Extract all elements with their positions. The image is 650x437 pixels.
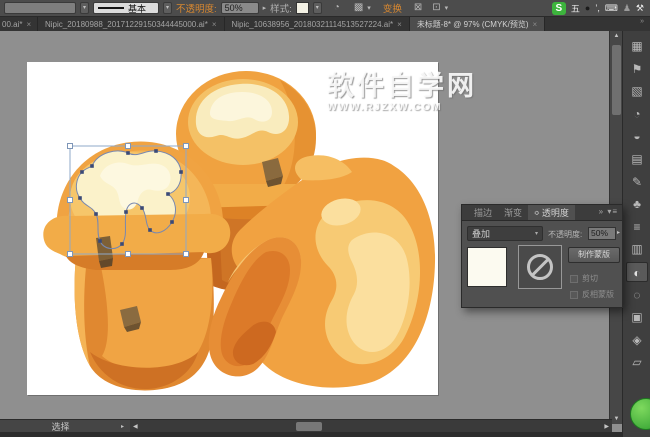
symbols-panel-icon[interactable]: ♣ (626, 194, 648, 214)
panel-tab-label: 描边 (474, 206, 492, 219)
panel-menu-icon[interactable]: ▾≡ (607, 207, 618, 216)
transparency-panel-body: 叠加 ▾ 不透明度: 50% ▸ 制作蒙版 剪切 反相蒙版 (461, 220, 623, 308)
swatches-panel-icon[interactable]: ▤ (626, 149, 648, 169)
document-tab-label: Nipic_10638956_20180321114513527224.ai* (232, 20, 394, 29)
horizontal-scrollbar[interactable]: ◀ ▶ (130, 419, 612, 432)
artboards-panel-icon[interactable]: ▧ (626, 81, 648, 101)
muffin-artwork[interactable] (27, 62, 438, 395)
clip-checkbox[interactable]: 剪切 (570, 273, 598, 284)
tab-close-icon[interactable]: × (397, 20, 402, 29)
ime-punct-icon[interactable]: ’, (595, 3, 600, 13)
transparency-panel-tabs: 描边渐变 ≎透明度 » ▾≡ (461, 204, 623, 220)
vertical-scrollbar-thumb[interactable] (612, 45, 621, 115)
panel-tab-inactive[interactable]: 描边 (468, 205, 498, 220)
stroke-weight-dropdown-icon[interactable]: ▾ (80, 2, 89, 14)
ime-keyboard-icon[interactable]: ⌨ (605, 3, 618, 14)
brush-definition-dropdown[interactable]: 基本 (93, 2, 159, 14)
stroke-panel-icon[interactable]: ≡ (626, 217, 648, 237)
panel-tab-inactive[interactable]: 渐变 (498, 205, 528, 220)
opacity-input[interactable]: 50% (221, 2, 259, 14)
brushes-panel-icon[interactable]: ✎ (626, 172, 648, 192)
stroke-line-preview (98, 7, 124, 9)
object-thumbnail[interactable] (467, 247, 507, 287)
current-tool-label: 选择 (0, 420, 121, 433)
style-label: 样式: (270, 1, 292, 15)
mask-thumbnail[interactable] (518, 245, 562, 289)
document-tab[interactable]: Nipic_20180988_20171229150344445000.ai* × (38, 17, 225, 31)
document-tab-label: 未标题-8* @ 97% (CMYK/预览) (417, 19, 529, 30)
document-tab[interactable]: Nipic_10638956_20180321114513527224.ai*× (225, 17, 410, 31)
blend-mode-dropdown[interactable]: 叠加 ▾ (467, 226, 543, 241)
tab-close-icon[interactable]: × (26, 20, 31, 29)
invert-mask-checkbox-label: 反相蒙版 (582, 289, 614, 300)
clip-checkbox-label: 剪切 (582, 273, 598, 284)
ime-mode-label[interactable]: 五 (571, 2, 580, 15)
kuler-panel-icon[interactable]: ▦ (626, 36, 648, 56)
graphic-styles-panel-icon[interactable]: ▣ (626, 307, 648, 327)
clip-checkbox-box[interactable] (570, 275, 578, 283)
gradient-panel-icon[interactable]: ▥ (626, 239, 648, 259)
bottom-edge (0, 432, 650, 437)
appearance-panel-icon[interactable]: ◌ (626, 285, 648, 305)
color-panel-icon[interactable]: ◒ (626, 126, 648, 146)
ime-wrench-icon[interactable]: ⚒ (636, 3, 644, 14)
scroll-right-icon[interactable]: ▶ (604, 423, 609, 430)
layers-panel-icon[interactable]: ◈ (626, 330, 648, 350)
select-similar-dropdown-icon[interactable]: ▾ (367, 4, 371, 12)
panel-collapse-icon[interactable]: » (599, 207, 604, 216)
panel-opacity-input[interactable]: 50% (588, 227, 616, 240)
opacity-label: 不透明度: (176, 1, 217, 15)
sogou-logo-icon[interactable]: S (552, 2, 566, 15)
opacity-stepper-icon[interactable]: ▸ (263, 4, 267, 12)
panel-tab-active[interactable]: ≎透明度 (528, 205, 575, 220)
document-tab[interactable]: 未标题-8* @ 97% (CMYK/预览) × (410, 17, 545, 31)
control-bar: ▾ 基本 ▾ 不透明度: 50% ▸ 样式: ▾ ◔ ▩ ▾ 变换 ⊠ ⊡ ▾ … (0, 0, 650, 17)
invert-mask-checkbox[interactable]: 反相蒙版 (570, 289, 614, 300)
tab-bar-overflow-icon[interactable]: » (640, 17, 650, 31)
artboard[interactable] (27, 62, 438, 395)
blend-mode-dropdown-icon: ▾ (535, 230, 538, 237)
brush-definition-dropdown-icon[interactable]: ▾ (163, 2, 172, 14)
panel-tab-label: 透明度 (542, 206, 569, 219)
transparency-panel-icon[interactable]: ◐ (626, 262, 648, 282)
stroke-weight-field[interactable] (4, 2, 76, 14)
invert-mask-checkbox-box[interactable] (570, 291, 578, 299)
document-tab-label: 00.ai* (2, 20, 22, 29)
panel-opacity-stepper-icon[interactable]: ▸ (617, 229, 620, 236)
select-similar-icon[interactable]: ▩ (354, 2, 363, 14)
ime-skin-icon[interactable]: ♟ (623, 3, 631, 14)
make-mask-button[interactable]: 制作蒙版 (568, 247, 620, 263)
muffin-left[interactable] (43, 141, 230, 390)
gradient-pie-panel-icon[interactable]: ◔ (626, 104, 648, 124)
brush-definition-label: 基本 (128, 2, 146, 15)
navigator-panel-icon[interactable]: ▱ (626, 352, 648, 372)
style-swatch[interactable] (296, 2, 309, 14)
panel-dock: » ▦ ⚑▧ ◔◒ ▤ ✎♣ ≡▥ ◐ ◌▣ ◈▱ (622, 17, 650, 437)
ime-toolbar: S 五 ● ’, ⌨ ♟ ⚒ (552, 2, 646, 15)
recolor-artwork-icon[interactable]: ◔ (334, 2, 340, 14)
bounding-box-icon[interactable]: ⊠ (414, 2, 422, 14)
document-tab-label: Nipic_20180988_20171229150344445000.ai* (45, 20, 208, 29)
isolate-dropdown-icon[interactable]: ▾ (445, 4, 449, 12)
document-tab[interactable]: 00.ai* × (0, 17, 38, 31)
isolate-icon[interactable]: ⊡ (432, 2, 440, 14)
horizontal-scrollbar-thumb[interactable] (296, 422, 322, 431)
tab-bar: » 00.ai*×Nipic_20180988_2017122915034444… (0, 17, 650, 31)
style-dropdown-icon[interactable]: ▾ (313, 2, 322, 14)
panel-tab-label: 渐变 (504, 206, 522, 219)
scroll-left-icon[interactable]: ◀ (133, 423, 138, 430)
no-mask-icon (527, 254, 553, 280)
flag-panel-icon[interactable]: ⚑ (626, 59, 648, 79)
tab-close-icon[interactable]: × (533, 20, 538, 29)
status-flyout-icon[interactable]: ▸ (121, 423, 130, 430)
blend-mode-value: 叠加 (472, 227, 490, 240)
ime-dot-icon[interactable]: ● (585, 3, 590, 13)
illustrator-window: ▾ 基本 ▾ 不透明度: 50% ▸ 样式: ▾ ◔ ▩ ▾ 变换 ⊠ ⊡ ▾ … (0, 0, 650, 437)
tab-close-icon[interactable]: × (212, 20, 217, 29)
panel-opacity-label: 不透明度: (548, 229, 582, 240)
transform-link[interactable]: 变换 (383, 1, 402, 15)
status-bar: 选择 ▸ (0, 419, 130, 432)
transparency-panel: 描边渐变 ≎透明度 » ▾≡ 叠加 ▾ 不透明度: 50% ▸ 制作蒙版 剪切 反相… (461, 204, 623, 308)
panel-tab-prefix-icon: ≎ (534, 209, 540, 217)
